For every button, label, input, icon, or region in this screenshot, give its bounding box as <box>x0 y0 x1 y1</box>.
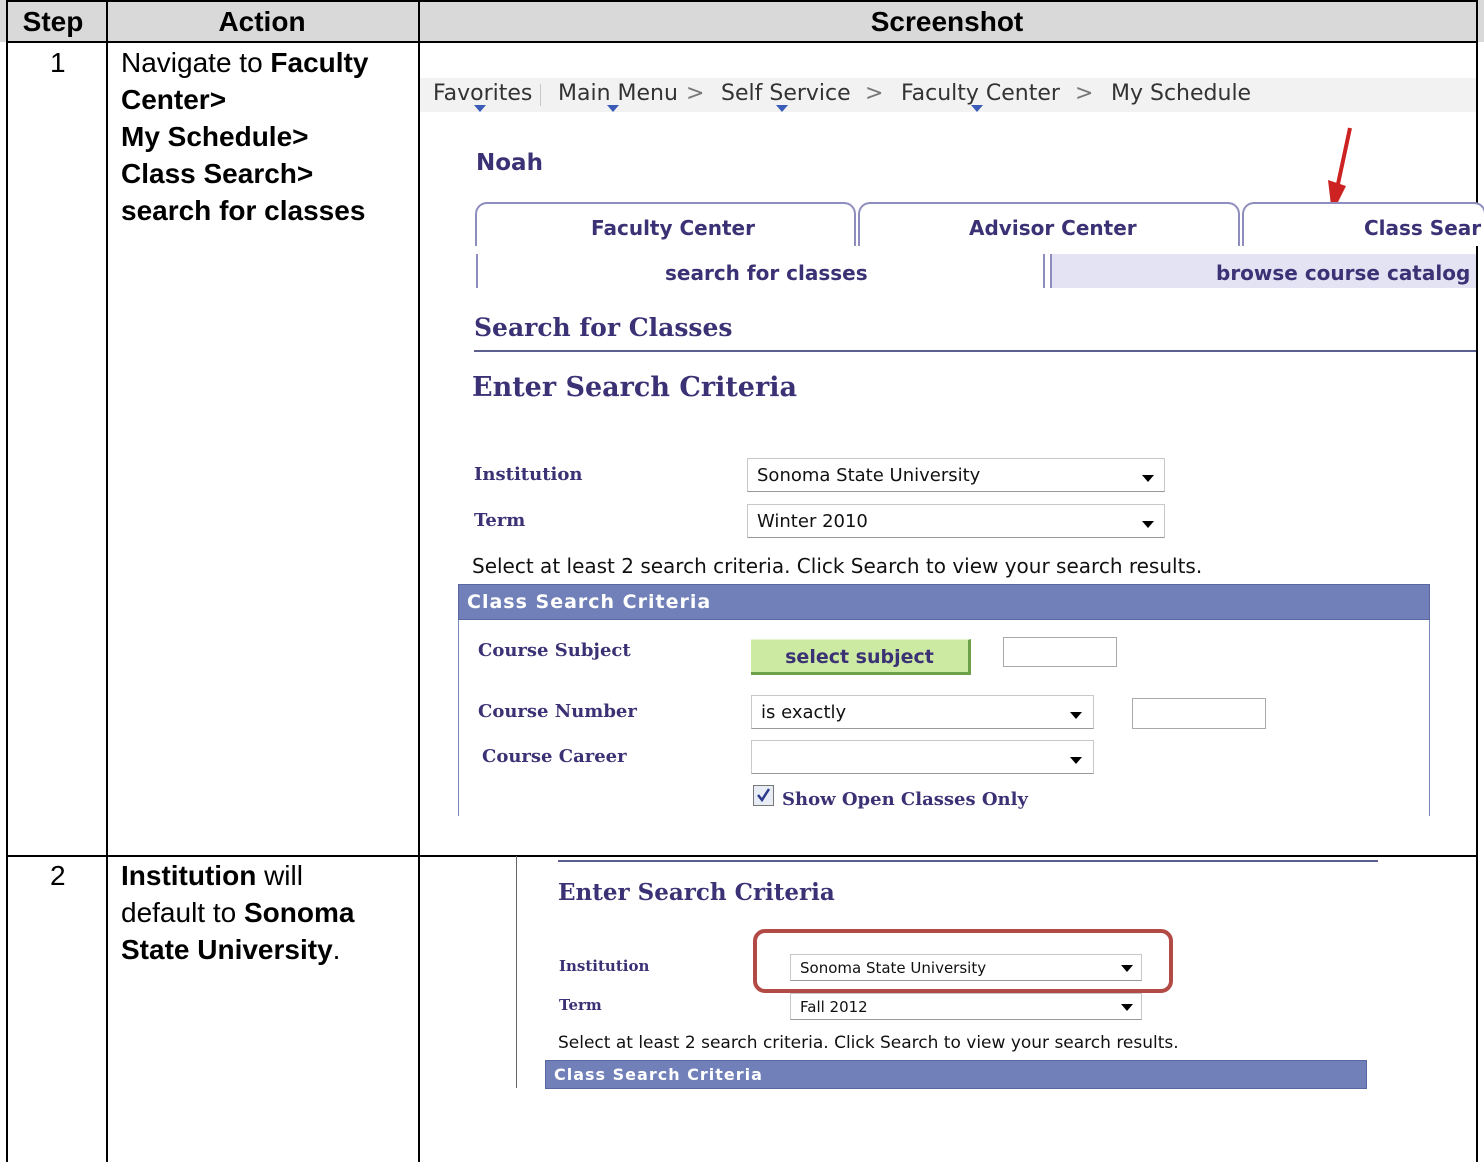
term-value: Fall 2012 <box>800 998 868 1016</box>
course-number-input[interactable] <box>1132 698 1266 729</box>
action-bold: State University <box>121 934 333 965</box>
chevron-down-icon <box>1121 1004 1133 1011</box>
tab-label: Faculty Center <box>591 216 755 240</box>
action-bold: Class Search> <box>121 158 314 189</box>
chevron-down-icon <box>1142 521 1154 528</box>
tab-label: Class Sear <box>1364 216 1482 240</box>
tab-faculty-center[interactable]: Faculty Center <box>475 202 856 246</box>
tab-advisor-center[interactable]: Advisor Center <box>858 202 1240 246</box>
subtab-edge <box>1043 254 1045 288</box>
crop-edge <box>516 856 517 1088</box>
tab-class-search[interactable]: Class Sear <box>1242 202 1484 246</box>
subtab-label: search for classes <box>665 261 868 285</box>
column-divider-2 <box>418 0 420 1162</box>
step-number-2: 2 <box>50 860 66 891</box>
term-value: Winter 2010 <box>757 511 868 532</box>
breadcrumb-faculty-center[interactable]: Faculty Center <box>901 81 1060 106</box>
chevron-down-icon <box>607 105 619 112</box>
course-number-operator: is exactly <box>761 702 847 723</box>
open-classes-label: Show Open Classes Only <box>782 789 1028 810</box>
highlight-box <box>753 929 1173 993</box>
section-title: Enter Search Criteria <box>472 372 797 403</box>
open-classes-checkbox[interactable] <box>753 785 774 806</box>
header-step: Step <box>22 6 84 37</box>
course-number-operator-select[interactable]: is exactly <box>751 695 1094 729</box>
subtab-search-for-classes[interactable]: search for classes <box>478 254 1043 288</box>
breadcrumb-separator: > <box>1075 81 1094 106</box>
step-number-1: 1 <box>50 47 66 78</box>
course-subject-input[interactable] <box>1003 637 1117 667</box>
criteria-panel-right <box>1429 620 1430 816</box>
breadcrumb-separator: > <box>865 81 884 106</box>
chevron-down-icon <box>474 105 486 112</box>
criteria-panel-left <box>458 620 459 816</box>
course-career-select[interactable] <box>751 740 1094 774</box>
header-divider <box>6 41 1478 43</box>
action-text: Navigate to <box>121 47 271 78</box>
course-career-label: Course Career <box>482 746 627 767</box>
breadcrumb-main-menu[interactable]: Main Menu <box>558 81 678 106</box>
institution-label: Institution <box>474 464 583 485</box>
section-title: Enter Search Criteria <box>558 879 835 906</box>
column-divider-1 <box>106 0 108 1162</box>
instruction-text: Select at least 2 search criteria. Click… <box>472 554 1203 578</box>
chevron-down-icon <box>1070 757 1082 764</box>
chevron-down-icon <box>1070 712 1082 719</box>
table-border-right <box>1476 0 1478 1162</box>
table-border-top <box>6 0 1478 2</box>
action-bold: search for classes <box>121 195 366 226</box>
institution-value: Sonoma State University <box>757 465 981 486</box>
term-label: Term <box>559 996 602 1014</box>
institution-label: Institution <box>559 957 650 975</box>
action-bold: Sonoma <box>243 897 355 928</box>
chevron-down-icon <box>971 105 983 112</box>
top-rule <box>558 860 1378 862</box>
step-1-action: Navigate to Faculty Center> My Schedule>… <box>121 44 411 229</box>
page-title: Search for Classes <box>474 313 733 342</box>
header-action: Action <box>218 6 306 37</box>
subtab-browse-course-catalog[interactable]: browse course catalog <box>1052 254 1476 288</box>
action-text: default to <box>121 897 244 928</box>
header-screenshot: Screenshot <box>870 6 1024 37</box>
term-select[interactable]: Winter 2010 <box>747 504 1165 538</box>
tab-label: Advisor Center <box>969 216 1137 240</box>
action-bold: My Schedule> <box>121 121 309 152</box>
checkmark-icon <box>757 788 771 803</box>
chevron-down-icon <box>1142 475 1154 482</box>
breadcrumb-divider <box>540 84 541 106</box>
institution-select[interactable]: Sonoma State University <box>747 458 1165 492</box>
action-bold: Center> <box>121 84 227 115</box>
action-text: . <box>332 934 341 965</box>
chevron-down-icon <box>776 105 788 112</box>
select-subject-button[interactable]: select subject <box>751 639 971 675</box>
title-underline <box>474 350 1476 352</box>
user-name: Noah <box>476 150 543 176</box>
term-select[interactable]: Fall 2012 <box>790 993 1142 1020</box>
step-2-action: Institution will default to Sonoma State… <box>121 857 411 968</box>
instruction-text: Select at least 2 search criteria. Click… <box>558 1033 1179 1053</box>
action-bold: Institution <box>121 860 257 891</box>
breadcrumb-separator: > <box>686 81 705 106</box>
breadcrumb-my-schedule[interactable]: My Schedule <box>1111 81 1251 106</box>
criteria-header: Class Search Criteria <box>545 1060 1367 1089</box>
action-text: will <box>256 860 303 891</box>
table-border-left <box>6 0 8 1162</box>
course-number-label: Course Number <box>478 701 637 722</box>
breadcrumb-favorites[interactable]: Favorites <box>433 81 532 106</box>
term-label: Term <box>474 510 526 531</box>
breadcrumb: Favorites Main Menu > Self Service > Fac… <box>420 78 1476 112</box>
criteria-header: Class Search Criteria <box>458 584 1430 620</box>
breadcrumb-self-service[interactable]: Self Service <box>721 81 851 106</box>
course-subject-label: Course Subject <box>478 640 631 661</box>
action-bold: Faculty <box>270 47 369 78</box>
subtab-label: browse course catalog <box>1216 261 1471 285</box>
